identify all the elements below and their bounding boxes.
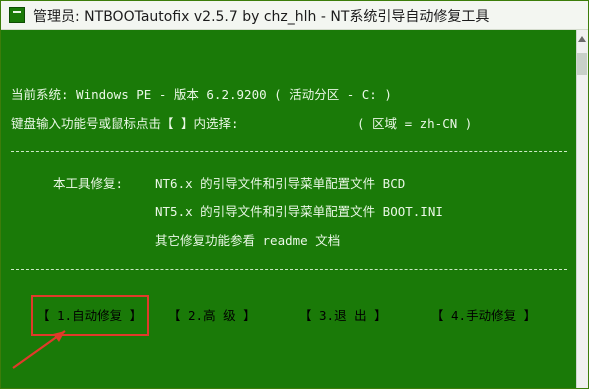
- separator-top: [11, 151, 567, 152]
- tool-repair-label: 本工具修复:: [53, 176, 124, 191]
- window-title: 管理员: NTBOOTautofix v2.5.7 by chz_hlh - N…: [33, 9, 490, 25]
- other-repair-line: 其它修复功能参看 readme 文档: [155, 233, 341, 248]
- prompt-line: 键盘输入功能号或鼠标点击【 】内选择:: [11, 116, 239, 131]
- menu-advanced[interactable]: 【 2.高 级 】: [168, 308, 256, 324]
- scroll-thumb[interactable]: [577, 53, 587, 75]
- annotation-arrow-icon: [12, 330, 66, 369]
- vertical-scrollbar[interactable]: [576, 30, 588, 388]
- menu-manual-repair[interactable]: 【 4.手动修复 】: [431, 308, 536, 324]
- repair-nt5-line: NT5.x 的引导文件和引导菜单配置文件 BOOT.INI: [155, 204, 443, 219]
- title-bar: 管理员: NTBOOTautofix v2.5.7 by chz_hlh - N…: [1, 1, 588, 30]
- console-app-icon: [9, 7, 25, 23]
- current-system-line: 当前系统: Windows PE - 版本 6.2.9200 ( 活动分区 - …: [11, 87, 392, 102]
- separator-bottom: [11, 269, 567, 270]
- menu-exit[interactable]: 【 3.退 出 】: [299, 308, 387, 324]
- locale-line: ( 区域 = zh-CN ): [357, 116, 473, 131]
- console-window: 管理员: NTBOOTautofix v2.5.7 by chz_hlh - N…: [0, 0, 589, 389]
- scroll-up-icon[interactable]: [577, 34, 587, 44]
- repair-nt6-line: NT6.x 的引导文件和引导菜单配置文件 BCD: [155, 176, 406, 191]
